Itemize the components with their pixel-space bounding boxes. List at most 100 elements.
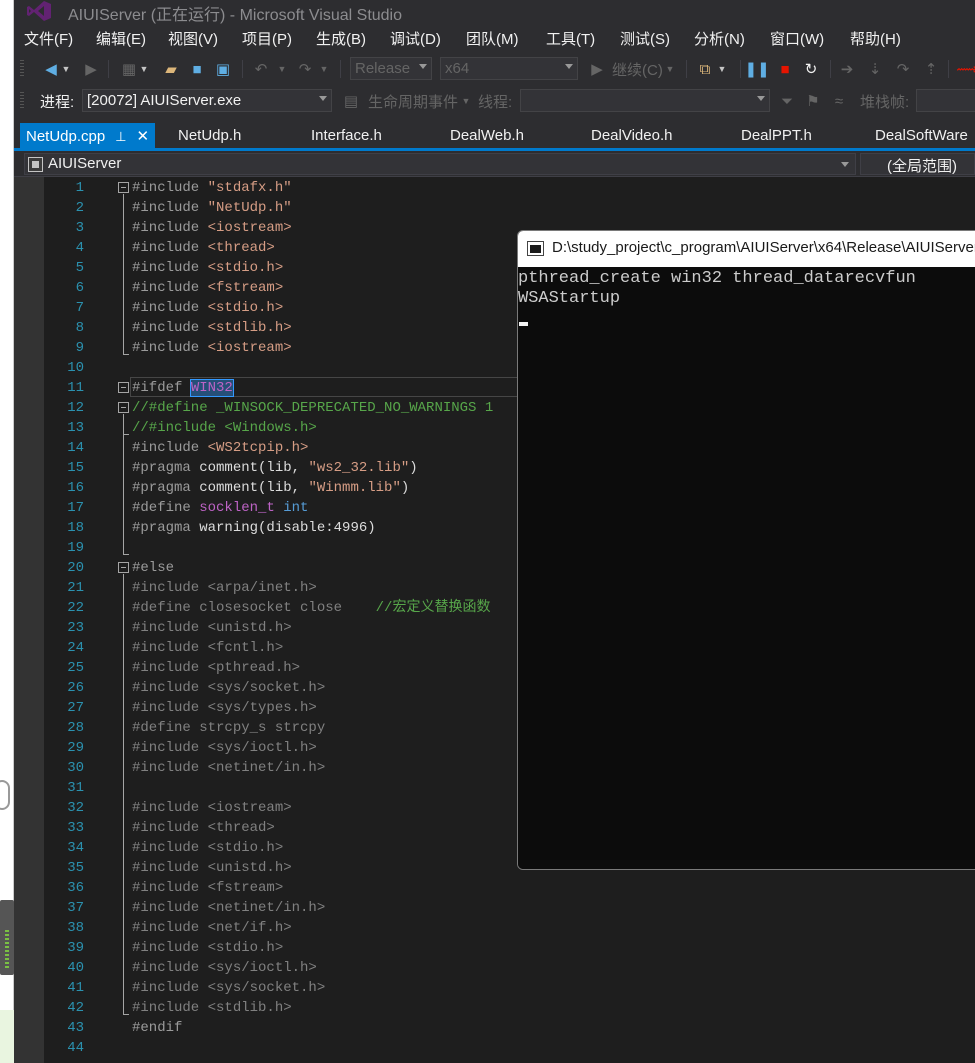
code-line[interactable]: #define closesocket close //宏定义替换函数 <box>132 598 490 618</box>
code-line[interactable]: #include <thread> <box>132 238 275 258</box>
indicator-margin[interactable] <box>14 177 44 1063</box>
code-line[interactable]: #include "NetUdp.h" <box>132 198 292 218</box>
restart-icon[interactable]: ↻ <box>800 58 822 80</box>
lifecycle-events-icon[interactable]: ▤ <box>340 90 362 112</box>
tab-document[interactable]: DealVideo.h <box>585 123 678 148</box>
code-line[interactable]: #include <pthread.h> <box>132 658 300 678</box>
continue-button[interactable]: 继续(C) <box>612 59 663 80</box>
tab-document[interactable]: DealSoftWare <box>869 123 974 148</box>
tab-document[interactable]: NetUdp.cpp ⊥ ✕ <box>20 123 156 148</box>
menu-item[interactable]: 调试(D) <box>390 28 441 49</box>
tab-document[interactable]: NetUdp.h <box>172 123 247 148</box>
scope-select[interactable]: (全局范围) <box>860 153 975 175</box>
code-line[interactable]: //#define _WINSOCK_DEPRECATED_NO_WARNING… <box>132 398 493 418</box>
filter-icon[interactable]: ⏷ <box>776 90 798 112</box>
code-line[interactable]: #include <netinet/in.h> <box>132 898 325 918</box>
code-line[interactable]: #include <sys/socket.h> <box>132 978 325 998</box>
code-line[interactable]: #pragma warning(disable:4996) <box>132 518 376 538</box>
find-in-files-icon[interactable]: ⧉ <box>694 58 716 80</box>
menu-item[interactable]: 视图(V) <box>168 28 218 49</box>
collapse-region-icon[interactable] <box>118 562 129 573</box>
code-line[interactable]: #include <fstream> <box>132 278 283 298</box>
tab-document[interactable]: Interface.h <box>305 123 388 148</box>
code-line[interactable]: #include <stdlib.h> <box>132 998 292 1018</box>
code-line[interactable]: #include <stdio.h> <box>132 298 283 318</box>
stack-frame-select[interactable] <box>916 89 975 112</box>
save-icon[interactable]: ■ <box>186 58 208 80</box>
code-line[interactable]: //#include <Windows.h> <box>132 418 317 438</box>
find-dropdown-icon[interactable]: ▼ <box>716 58 728 80</box>
open-file-icon[interactable]: ▰ <box>160 58 182 80</box>
code-line[interactable]: #endif <box>132 1018 182 1038</box>
code-line[interactable]: #include <fstream> <box>132 878 283 898</box>
project-select[interactable]: AIUIServer <box>24 153 856 175</box>
tab-document[interactable]: DealWeb.h <box>444 123 530 148</box>
code-line[interactable]: #include <arpa/inet.h> <box>132 578 317 598</box>
code-line[interactable]: #include <sys/ioctl.h> <box>132 958 317 978</box>
menu-item[interactable]: 文件(F) <box>24 28 73 49</box>
step-out-icon[interactable]: ⇡ <box>920 58 942 80</box>
menu-item[interactable]: 测试(S) <box>620 28 670 49</box>
toolbar-grip[interactable] <box>20 60 24 78</box>
code-line[interactable]: #ifdef WIN32 <box>132 378 234 398</box>
undo-dropdown-icon[interactable]: ▼ <box>276 58 288 80</box>
code-line[interactable]: #include <netinet/in.h> <box>132 758 325 778</box>
collapse-region-icon[interactable] <box>118 382 129 393</box>
code-line[interactable]: #include <iostream> <box>132 218 292 238</box>
code-line[interactable]: #include <WS2tcpip.h> <box>132 438 308 458</box>
pin-tab-icon[interactable]: ⊥ <box>115 129 126 144</box>
continue-play-icon[interactable]: ▶ <box>586 58 608 80</box>
code-line[interactable]: #include <stdio.h> <box>132 258 283 278</box>
back-dropdown-icon[interactable]: ▼ <box>60 58 72 80</box>
solution-configuration-select[interactable]: Release <box>350 57 432 80</box>
code-line[interactable]: #include "stdafx.h" <box>132 178 292 198</box>
toolbar-grip[interactable] <box>20 92 24 110</box>
code-line[interactable]: #include <unistd.h> <box>132 618 292 638</box>
menu-item[interactable]: 团队(M) <box>466 28 519 49</box>
redo-dropdown-icon[interactable]: ▼ <box>318 58 330 80</box>
code-line[interactable]: #include <sys/ioctl.h> <box>132 738 317 758</box>
code-line[interactable]: #include <stdio.h> <box>132 838 283 858</box>
solution-platform-select[interactable]: x64 <box>440 57 578 80</box>
menu-item[interactable]: 工具(T) <box>546 28 595 49</box>
code-line[interactable]: #else <box>132 558 174 578</box>
menu-item[interactable]: 分析(N) <box>694 28 745 49</box>
lifecycle-dropdown-icon[interactable]: ▼ <box>460 90 472 112</box>
break-all-pause-icon[interactable]: ❚❚ <box>744 58 769 80</box>
step-into-icon[interactable]: ⇣ <box>864 58 886 80</box>
save-all-icon[interactable]: ▣ <box>212 58 234 80</box>
code-line[interactable]: #define strcpy_s strcpy <box>132 718 325 738</box>
close-tab-icon[interactable]: ✕ <box>137 128 150 145</box>
code-line[interactable]: #include <iostream> <box>132 338 292 358</box>
menu-item[interactable]: 帮助(H) <box>850 28 901 49</box>
code-line[interactable]: #include <thread> <box>132 818 275 838</box>
process-select[interactable]: [20072] AIUIServer.exe <box>82 89 332 112</box>
menu-item[interactable]: 窗口(W) <box>770 28 824 49</box>
thread-select[interactable] <box>520 89 770 112</box>
code-line[interactable]: #include <sys/types.h> <box>132 698 317 718</box>
code-line[interactable]: #define socklen_t int <box>132 498 308 518</box>
step-over-icon[interactable]: ↷ <box>892 58 914 80</box>
code-line[interactable]: #include <iostream> <box>132 798 292 818</box>
console-window[interactable]: D:\study_project\c_program\AIUIServer\x6… <box>517 230 975 870</box>
code-line[interactable]: #pragma comment(lib, "Winmm.lib") <box>132 478 409 498</box>
undo-icon[interactable]: ↶ <box>250 58 272 80</box>
navigate-back-icon[interactable]: ◀ <box>40 58 62 80</box>
new-project-icon[interactable]: ▦ <box>118 58 140 80</box>
hot-reload-icon[interactable]: ⟿ <box>956 58 975 80</box>
code-line[interactable]: #include <stdio.h> <box>132 938 283 958</box>
code-line[interactable]: #include <stdlib.h> <box>132 318 292 338</box>
console-title-bar[interactable]: D:\study_project\c_program\AIUIServer\x6… <box>518 231 975 267</box>
console-output[interactable]: pthread_create win32 thread_datarecvfun … <box>518 267 975 869</box>
redo-icon[interactable]: ↷ <box>294 58 316 80</box>
continue-dropdown-icon[interactable]: ▼ <box>664 58 676 80</box>
code-line[interactable]: #include <net/if.h> <box>132 918 292 938</box>
collapse-region-icon[interactable] <box>118 402 129 413</box>
tab-document[interactable]: DealPPT.h <box>735 123 818 148</box>
code-line[interactable]: #pragma comment(lib, "ws2_32.lib") <box>132 458 418 478</box>
menu-item[interactable]: 编辑(E) <box>96 28 146 49</box>
show-next-statement-icon[interactable]: ➔ <box>836 58 858 80</box>
code-line[interactable]: #include <unistd.h> <box>132 858 292 878</box>
new-dropdown-icon[interactable]: ▼ <box>138 58 150 80</box>
menu-item[interactable]: 生成(B) <box>316 28 366 49</box>
